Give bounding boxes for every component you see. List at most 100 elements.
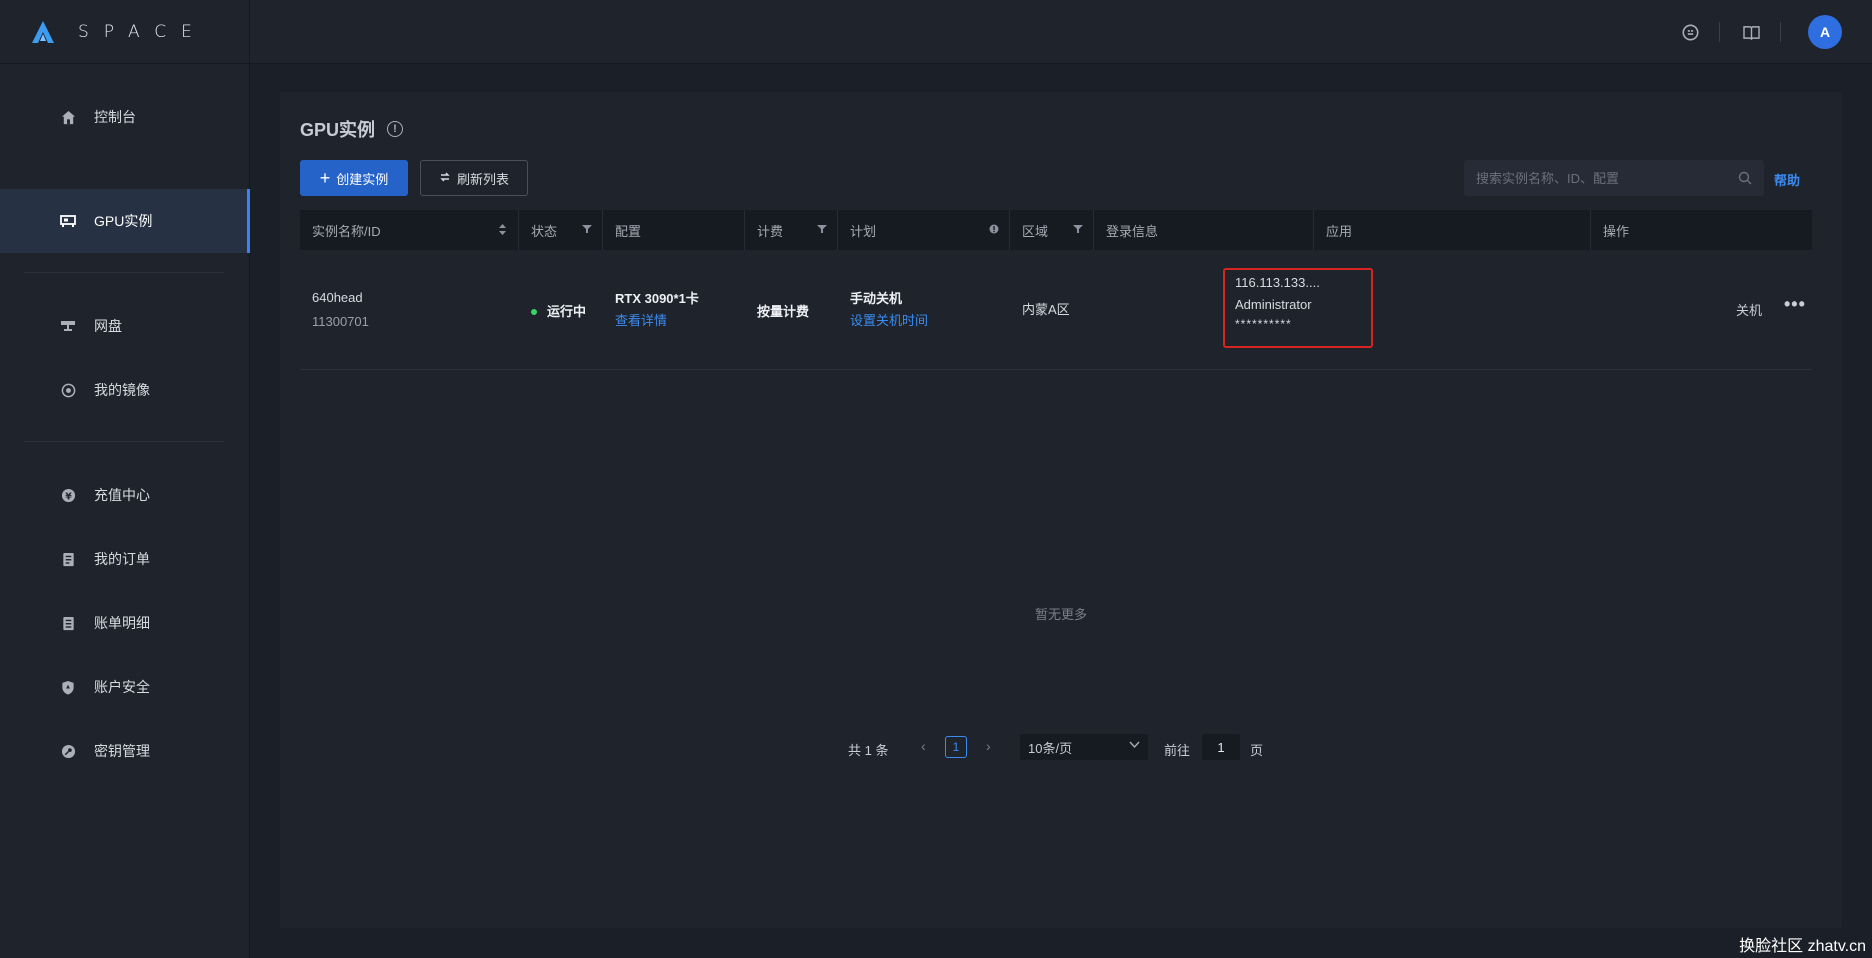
goto-page-input[interactable]	[1202, 734, 1240, 760]
th-label: 计划	[850, 223, 877, 239]
sidebar-item-gpu-instances[interactable]: GPU实例	[0, 189, 250, 253]
sidebar-divider	[24, 272, 224, 273]
sidebar-item-label: 账单明细	[94, 615, 150, 631]
sidebar-item-my-images[interactable]: 我的镜像	[0, 358, 250, 422]
cell-instance: 640head 11300701	[300, 250, 369, 370]
view-details-link[interactable]: 查看详情	[615, 310, 699, 332]
app-name: SPACE	[78, 21, 207, 42]
th-apps: 应用	[1314, 210, 1591, 250]
logo-icon	[32, 20, 54, 43]
sidebar-item-label: 账户安全	[94, 679, 150, 695]
table-row: 640head 11300701 运行中 RTX 3090*1卡 查看详情 按量…	[300, 250, 1812, 370]
th-label: 登录信息	[1106, 223, 1159, 239]
logo[interactable]: SPACE	[0, 0, 249, 64]
cell-status: 运行中	[519, 250, 586, 370]
image-icon	[60, 382, 76, 398]
sidebar-item-recharge[interactable]: ¥ 充值中心	[0, 463, 250, 527]
prev-page-icon[interactable]: ‹	[921, 738, 926, 754]
avatar[interactable]: A	[1808, 15, 1842, 49]
sidebar-item-label: 我的订单	[94, 551, 150, 567]
th-login-info: 登录信息	[1094, 210, 1314, 250]
title-row: GPU实例 !	[300, 116, 404, 142]
main-panel: GPU实例 ! + 创建实例 刷新列表 帮助 实例名称/ID 状态	[280, 92, 1842, 928]
filter-icon[interactable]	[582, 224, 592, 234]
sidebar-item-console[interactable]: 控制台	[0, 85, 250, 149]
th-instance-name[interactable]: 实例名称/ID	[300, 210, 519, 250]
sidebar-item-bill-details[interactable]: 账单明细	[0, 591, 250, 655]
th-label: 操作	[1603, 223, 1630, 239]
th-plan: 计划	[838, 210, 1010, 250]
recharge-icon: ¥	[60, 487, 76, 503]
sidebar-divider	[24, 441, 224, 442]
page-title: GPU实例	[300, 120, 376, 140]
search-icon[interactable]	[1738, 171, 1752, 185]
create-instance-button[interactable]: + 创建实例	[300, 160, 408, 196]
th-label: 状态	[531, 223, 558, 239]
th-region[interactable]: 区域	[1010, 210, 1094, 250]
search-input[interactable]	[1476, 170, 1738, 186]
help-link[interactable]: 帮助	[1774, 170, 1800, 189]
instance-id: 11300701	[312, 314, 369, 329]
sidebar-item-my-orders[interactable]: 我的订单	[0, 527, 250, 591]
sidebar-item-label: 密钥管理	[94, 743, 150, 759]
sidebar-item-account-security[interactable]: 账户安全	[0, 655, 250, 719]
sidebar-item-label: 网盘	[94, 318, 122, 334]
sort-icon[interactable]	[498, 224, 508, 235]
info-dot-icon[interactable]	[989, 224, 999, 234]
disk-icon	[60, 318, 76, 334]
refresh-list-label: 刷新列表	[456, 171, 509, 187]
sidebar-item-disk[interactable]: 网盘	[0, 294, 250, 358]
th-label: 实例名称/ID	[312, 223, 381, 239]
sidebar-item-key-management[interactable]: 密钥管理	[0, 719, 250, 783]
refresh-list-button[interactable]: 刷新列表	[420, 160, 528, 196]
shutdown-button[interactable]: 关机	[1736, 300, 1762, 319]
create-instance-label: 创建实例	[336, 171, 389, 187]
status-text: 运行中	[547, 303, 587, 319]
sidebar-item-label: 控制台	[94, 109, 136, 125]
refresh-icon	[439, 171, 451, 186]
order-icon	[60, 551, 76, 567]
watermark: 换脸社区 zhatv.cn	[1739, 938, 1866, 955]
th-actions: 操作	[1591, 210, 1812, 250]
home-icon	[60, 109, 76, 125]
running-dot-icon	[531, 309, 537, 316]
more-actions-icon[interactable]: •••	[1784, 294, 1806, 315]
pagination: 共 1 条 ‹ 1 › 10条/页 前往 页	[280, 732, 1842, 762]
next-page-icon[interactable]: ›	[986, 738, 991, 754]
info-icon[interactable]: !	[387, 121, 404, 137]
cell-region: 内蒙A区	[1010, 250, 1070, 370]
th-config: 配置	[603, 210, 745, 250]
shield-icon	[60, 679, 76, 695]
filter-icon[interactable]	[817, 224, 827, 234]
login-user[interactable]: Administrator	[1235, 294, 1320, 316]
plan-mode: 手动关机	[850, 291, 903, 306]
login-info: 116.113.133.... Administrator **********	[1235, 272, 1320, 332]
sidebar-item-label: 我的镜像	[94, 382, 150, 398]
th-status[interactable]: 状态	[519, 210, 603, 250]
goto-label: 前往	[1164, 743, 1191, 758]
page-number[interactable]: 1	[945, 736, 967, 758]
gpu-icon	[60, 213, 76, 229]
table-header: 实例名称/ID 状态 配置 计费 计划 区域 登录信息 应用 操作	[300, 210, 1812, 250]
cell-plan: 手动关机 设置关机时间	[838, 250, 928, 370]
empty-text: 暂无更多	[1034, 607, 1087, 622]
topbar-divider	[1780, 22, 1781, 42]
gpu-config: RTX 3090*1卡	[615, 291, 699, 306]
login-ip[interactable]: 116.113.133....	[1235, 272, 1320, 294]
search-box	[1464, 160, 1764, 196]
docs-book-icon[interactable]	[1741, 22, 1761, 42]
support-icon[interactable]	[1680, 22, 1700, 42]
instance-name: 640head	[312, 290, 363, 305]
login-password[interactable]: **********	[1235, 316, 1320, 332]
th-billing[interactable]: 计费	[745, 210, 838, 250]
bill-icon	[60, 615, 76, 631]
th-label: 应用	[1326, 223, 1353, 239]
cell-config: RTX 3090*1卡 查看详情	[603, 250, 699, 370]
set-shutdown-time-link[interactable]: 设置关机时间	[850, 310, 928, 332]
sidebar-item-label: GPU实例	[94, 213, 153, 229]
page-size-select[interactable]: 10条/页	[1020, 734, 1148, 760]
key-icon	[60, 743, 76, 759]
filter-icon[interactable]	[1073, 224, 1083, 234]
goto-unit: 页	[1250, 743, 1264, 758]
billing-mode: 按量计费	[757, 303, 810, 319]
